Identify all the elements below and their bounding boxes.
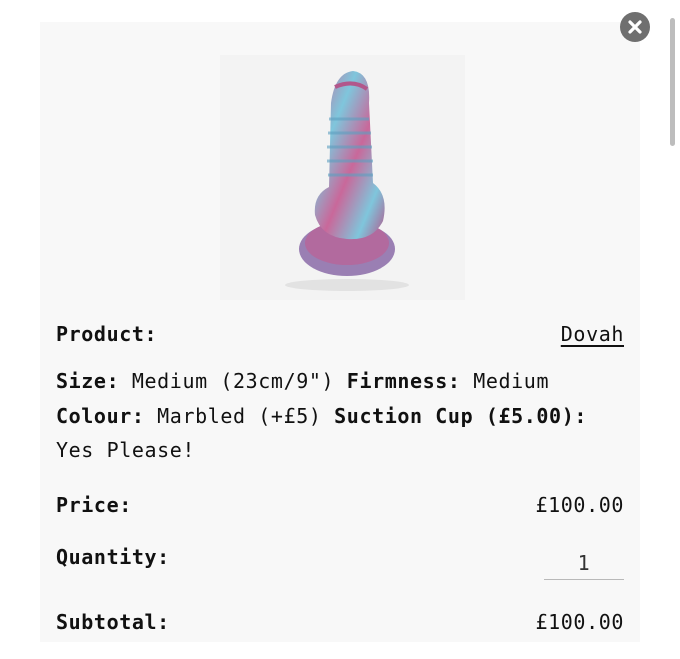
quantity-value: 1	[577, 551, 591, 575]
price-row: Price: £100.00	[56, 493, 624, 517]
price-label: Price:	[56, 493, 132, 517]
size-label: Size:	[56, 369, 120, 393]
scrollbar[interactable]	[670, 18, 675, 146]
product-photo-icon	[284, 70, 409, 291]
colour-label: Colour:	[56, 403, 145, 428]
product-label: Product:	[56, 322, 158, 346]
close-button[interactable]	[620, 12, 650, 42]
product-options: Size: Medium (23cm/9") Firmness: Medium …	[56, 364, 626, 468]
product-name-link[interactable]: Dovah	[561, 322, 624, 346]
subtotal-value: £100.00	[535, 610, 624, 634]
subtotal-row: Subtotal: £100.00	[56, 610, 624, 634]
price-value: £100.00	[535, 493, 624, 517]
quantity-input[interactable]: 1	[544, 547, 624, 580]
size-value: Medium (23cm/9")	[131, 369, 335, 393]
firmness-label: Firmness:	[346, 369, 461, 393]
subtotal-label: Subtotal:	[56, 610, 170, 634]
product-image	[220, 55, 465, 300]
colour-value: Marbled (+£5)	[157, 403, 322, 428]
suction-cup-label: Suction Cup (£5.00):	[334, 403, 587, 428]
quantity-label: Quantity:	[56, 545, 170, 569]
close-icon	[628, 20, 642, 34]
product-row: Product: Dovah	[56, 322, 624, 346]
quantity-row: Quantity: 1	[56, 545, 624, 590]
firmness-value: Medium	[473, 369, 550, 393]
suction-cup-value: Yes Please!	[56, 438, 196, 462]
